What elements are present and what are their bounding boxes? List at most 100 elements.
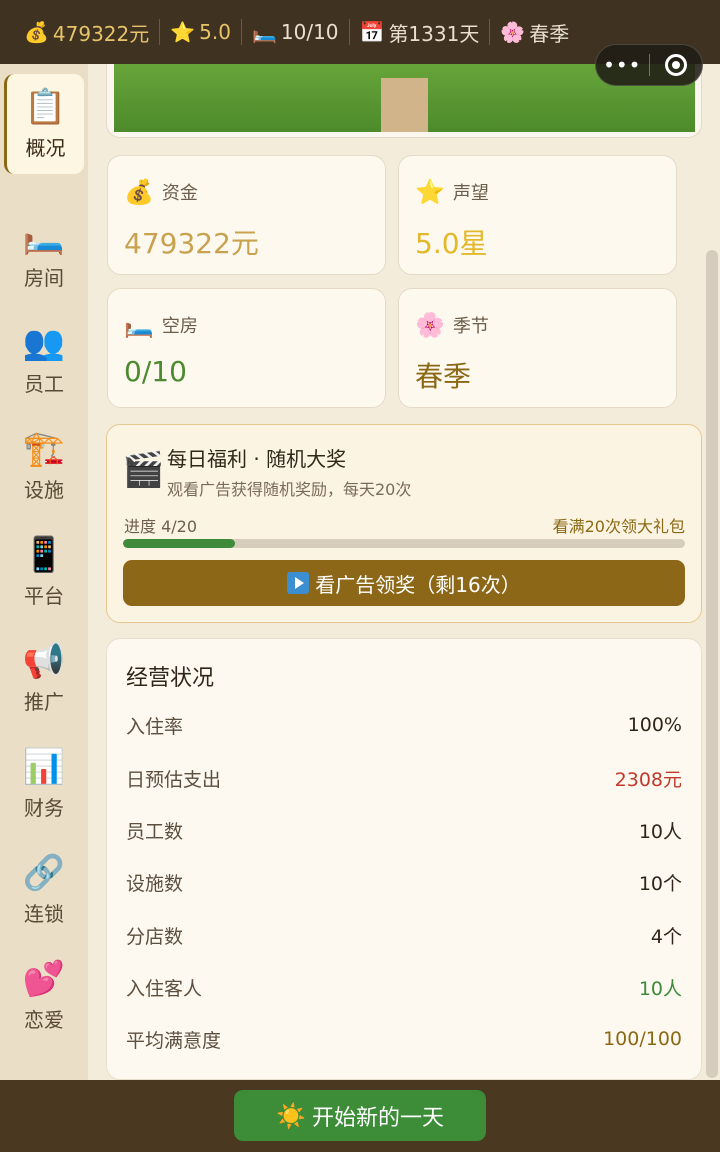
ops-row-value: 100% bbox=[627, 714, 682, 736]
money-stat: 💰 479322元 bbox=[24, 18, 149, 46]
funds-card: 💰 资金 479322元 bbox=[107, 155, 386, 275]
megaphone-icon: 📢 bbox=[22, 640, 66, 681]
season-card-value: 春季 bbox=[415, 360, 472, 393]
crane-icon: 🏗️ bbox=[22, 428, 66, 469]
divider bbox=[489, 19, 491, 45]
season-card: 🌸 季节 春季 bbox=[398, 288, 677, 408]
sun-icon: ☀️ bbox=[276, 1101, 306, 1130]
progress-goal: 看满20次领大礼包 bbox=[552, 517, 685, 536]
ops-row-staff-count: 员工数 10人 bbox=[126, 815, 682, 845]
ops-row-label: 入住客人 bbox=[126, 977, 203, 1000]
divider bbox=[159, 19, 161, 45]
star-icon: ⭐ bbox=[415, 178, 445, 206]
cherry-blossom-icon: 🌸 bbox=[500, 20, 526, 44]
day-stat: 📅 第1331天 bbox=[360, 18, 480, 46]
sidebar-item-chain[interactable]: 🔗 连锁 bbox=[4, 840, 84, 940]
ops-row-value: 10人 bbox=[638, 820, 682, 843]
sidebar-item-label: 财务 bbox=[24, 795, 64, 820]
money-bag-icon: 💰 bbox=[124, 178, 154, 206]
progress-fill bbox=[123, 539, 236, 548]
rating-value: 5.0 bbox=[199, 20, 231, 44]
sidebar-item-overview[interactable]: 📋 概况 bbox=[4, 74, 84, 174]
miniprogram-capsule: ••• bbox=[595, 44, 703, 86]
sidebar-item-facilities[interactable]: 🏗️ 设施 bbox=[4, 416, 84, 516]
ops-row-guests: 入住客人 10人 bbox=[126, 972, 682, 1002]
sidebar-item-label: 员工 bbox=[24, 371, 64, 396]
hotel-scene-path bbox=[381, 78, 428, 132]
link-icon: 🔗 bbox=[22, 852, 66, 893]
star-icon: ⭐ bbox=[170, 20, 196, 44]
operations-title: 经营状况 bbox=[126, 666, 215, 691]
ops-row-value: 10个 bbox=[638, 872, 682, 895]
play-icon bbox=[287, 572, 310, 594]
reputation-card: ⭐ 声望 5.0星 bbox=[398, 155, 677, 275]
sidebar-item-romance[interactable]: 💕 恋爱 bbox=[4, 946, 84, 1046]
sidebar-item-label: 概况 bbox=[25, 135, 66, 160]
clapper-icon: 🎬 bbox=[122, 450, 165, 490]
season-value: 春季 bbox=[529, 21, 570, 46]
clipboard-icon: 📋 bbox=[24, 86, 67, 127]
sidebar: 📋 概况 🛏️ 房间 👥 员工 🏗️ 设施 📱 平台 📢 推广 📊 财务 🔗 连… bbox=[0, 64, 88, 1080]
reward-title: 每日福利 · 随机大奖 bbox=[167, 447, 347, 471]
ops-row-label: 员工数 bbox=[126, 820, 184, 843]
ops-row-facility-count: 设施数 10个 bbox=[126, 867, 682, 897]
ops-row-value: 4个 bbox=[650, 925, 682, 948]
divider bbox=[240, 19, 242, 45]
funds-label: 资金 bbox=[161, 183, 198, 204]
progress-bar bbox=[123, 539, 685, 548]
sidebar-item-label: 设施 bbox=[24, 477, 64, 502]
hearts-icon: 💕 bbox=[22, 958, 66, 999]
sidebar-item-platform[interactable]: 📱 平台 bbox=[4, 522, 84, 622]
funds-header: 💰 资金 bbox=[124, 178, 198, 206]
sidebar-item-label: 恋爱 bbox=[24, 1007, 64, 1032]
day-value: 第1331天 bbox=[388, 21, 480, 46]
bed-icon: 🛏️ bbox=[22, 216, 66, 257]
sidebar-item-promotion[interactable]: 📢 推广 bbox=[4, 628, 84, 728]
watch-ad-button[interactable]: 看广告领奖（剩16次） bbox=[123, 560, 685, 606]
bed-icon: 🛏️ bbox=[124, 311, 154, 339]
vacant-rooms-card: 🛏️ 空房 0/10 bbox=[107, 288, 386, 408]
reputation-label: 声望 bbox=[452, 183, 489, 204]
cherry-blossom-icon: 🌸 bbox=[415, 311, 445, 339]
bed-icon: 🛏️ bbox=[251, 20, 277, 44]
operations-card bbox=[106, 638, 702, 1080]
calendar-icon: 📅 bbox=[359, 20, 385, 44]
ops-row-label: 设施数 bbox=[126, 872, 184, 895]
ops-row-value: 10人 bbox=[638, 977, 682, 1000]
rooms-stat: 🛏️ 10/10 bbox=[252, 18, 339, 46]
watch-ad-label: 看广告领奖（剩16次） bbox=[315, 572, 521, 597]
sidebar-item-rooms[interactable]: 🛏️ 房间 bbox=[4, 204, 84, 304]
season-header: 🌸 季节 bbox=[415, 311, 489, 339]
start-new-day-label: 开始新的一天 bbox=[311, 1105, 444, 1131]
sidebar-item-label: 房间 bbox=[24, 265, 64, 290]
close-button[interactable] bbox=[649, 44, 702, 86]
funds-value: 479322元 bbox=[124, 227, 259, 260]
ops-row-branch-count: 分店数 4个 bbox=[126, 920, 682, 950]
progress-label: 进度 4/20 bbox=[124, 517, 198, 536]
sidebar-item-label: 推广 bbox=[24, 689, 64, 714]
sidebar-item-finance[interactable]: 📊 财务 bbox=[4, 734, 84, 834]
ops-row-occupancy: 入住率 100% bbox=[126, 710, 682, 740]
scrollbar[interactable] bbox=[706, 250, 718, 1078]
ops-row-value: 2308元 bbox=[614, 768, 682, 791]
ops-row-label: 日预估支出 bbox=[126, 768, 222, 791]
ops-row-label: 入住率 bbox=[126, 715, 184, 738]
ops-row-label: 分店数 bbox=[126, 925, 184, 948]
reputation-header: ⭐ 声望 bbox=[415, 178, 489, 206]
reward-subtitle: 观看广告获得随机奖励，每天20次 bbox=[167, 480, 412, 499]
people-icon: 👥 bbox=[22, 322, 66, 363]
chart-icon: 📊 bbox=[22, 746, 66, 787]
more-button[interactable]: ••• bbox=[596, 44, 649, 86]
vacant-value: 0/10 bbox=[124, 355, 187, 388]
rooms-value: 10/10 bbox=[280, 20, 339, 44]
ops-row-satisfaction: 平均满意度 100/100 bbox=[126, 1024, 682, 1054]
ops-row-value: 100/100 bbox=[603, 1028, 682, 1050]
sidebar-item-staff[interactable]: 👥 员工 bbox=[4, 310, 84, 410]
start-new-day-button[interactable]: ☀️ 开始新的一天 bbox=[234, 1090, 486, 1141]
reputation-value: 5.0星 bbox=[415, 227, 488, 260]
vacant-label: 空房 bbox=[161, 316, 198, 337]
sidebar-item-label: 平台 bbox=[24, 583, 64, 608]
rating-stat: ⭐ 5.0 bbox=[170, 18, 231, 46]
sidebar-item-label: 连锁 bbox=[24, 901, 64, 926]
vacant-header: 🛏️ 空房 bbox=[124, 311, 198, 339]
